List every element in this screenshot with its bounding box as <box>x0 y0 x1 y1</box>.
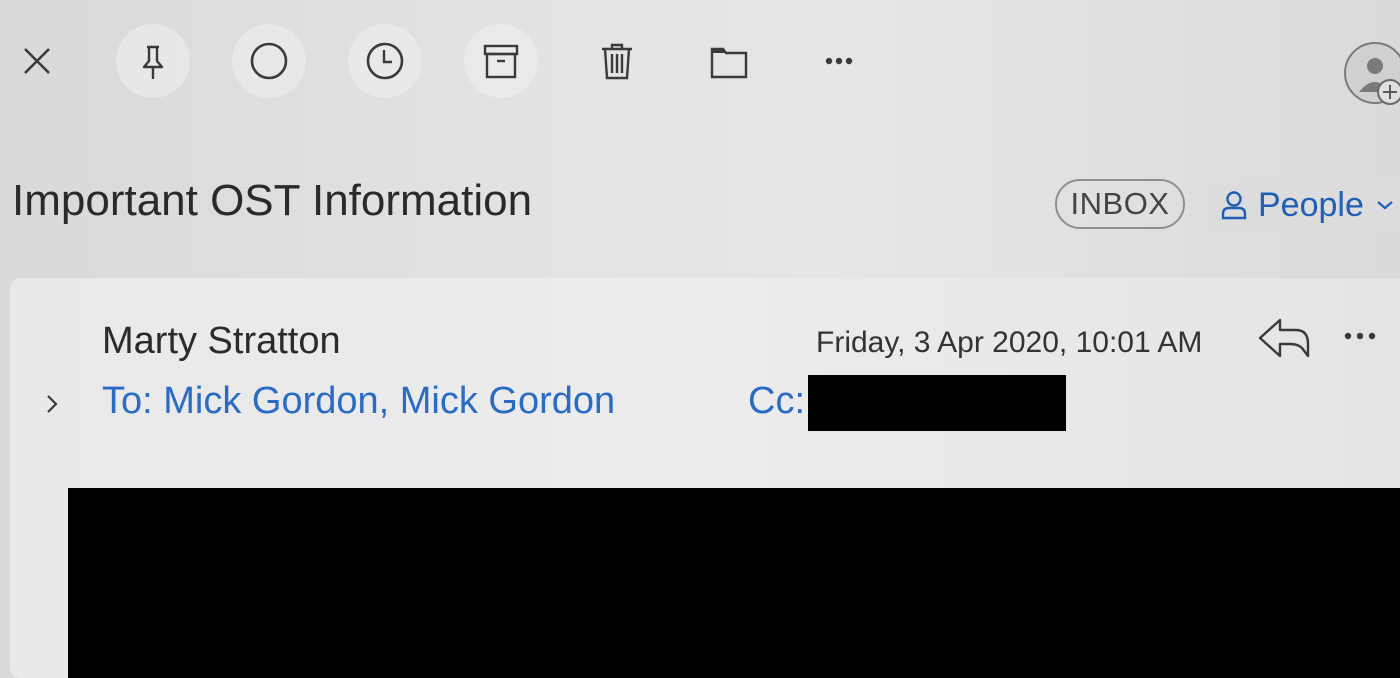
close-icon <box>24 48 50 74</box>
more-icon <box>825 57 853 65</box>
trash-icon <box>602 43 632 80</box>
more-button[interactable] <box>802 24 876 98</box>
delete-button[interactable] <box>580 24 654 98</box>
person-add-icon[interactable] <box>1342 40 1400 106</box>
redacted-body <box>68 488 1400 678</box>
reply-icon[interactable] <box>1256 316 1312 360</box>
message-subject: Important OST Information <box>12 176 533 225</box>
archive-icon <box>483 44 519 79</box>
chevron-right-icon[interactable] <box>44 392 60 416</box>
message-date: Friday, 3 Apr 2020, 10:01 AM <box>816 326 1203 359</box>
close-button[interactable] <box>0 24 74 98</box>
folder-icon <box>710 47 748 79</box>
circle-icon <box>250 42 288 80</box>
message-more-icon[interactable] <box>1340 322 1380 350</box>
pin-button[interactable] <box>116 24 190 98</box>
people-button[interactable]: People <box>1206 178 1400 232</box>
archive-button[interactable] <box>464 24 538 98</box>
snooze-button[interactable] <box>348 24 422 98</box>
recipients-to[interactable]: To: Mick Gordon, Mick Gordon <box>102 380 615 423</box>
move-button[interactable] <box>692 24 766 98</box>
person-icon <box>1221 191 1247 220</box>
redacted-cc <box>808 375 1066 431</box>
clock-icon <box>366 42 404 80</box>
toolbar <box>0 0 1400 130</box>
mark-unread-button[interactable] <box>232 24 306 98</box>
recipients-cc-label: Cc: <box>748 380 805 422</box>
folder-badge[interactable]: INBOX <box>1055 179 1185 229</box>
sender-name[interactable]: Marty Stratton <box>102 320 341 363</box>
chevron-down-icon <box>1377 201 1393 210</box>
pin-icon <box>142 45 164 79</box>
people-button-label: People <box>1258 185 1364 224</box>
